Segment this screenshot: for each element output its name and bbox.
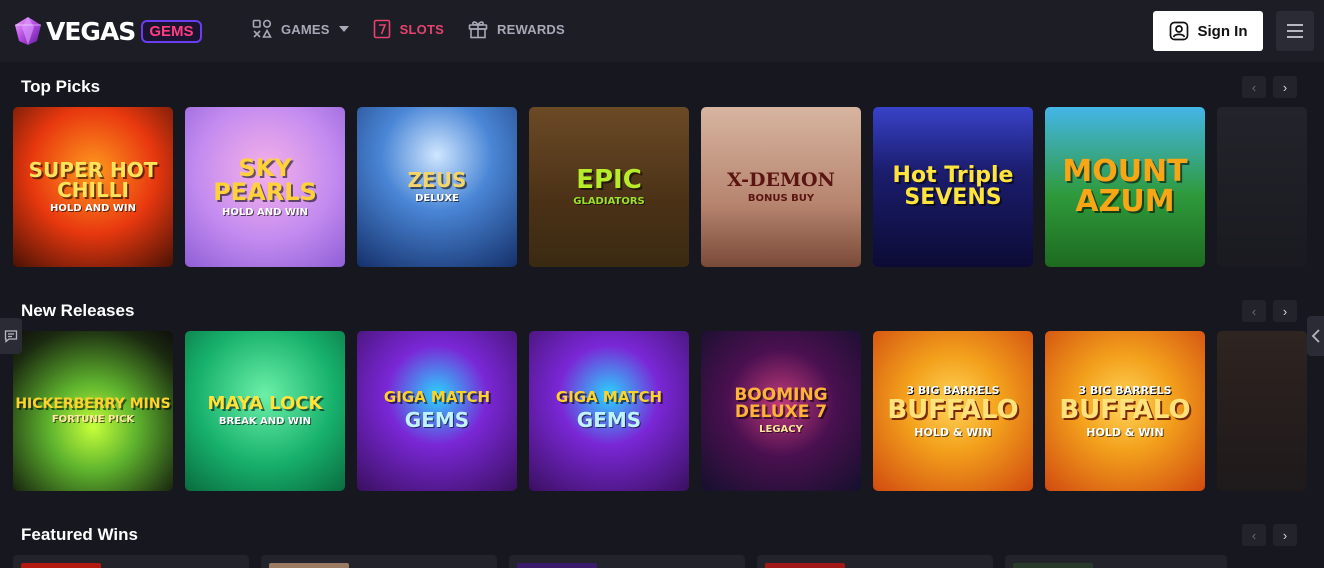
- chat-bubble-icon: [4, 330, 18, 343]
- win-thumbnail: [21, 563, 101, 568]
- user-profile-icon: [1169, 21, 1188, 41]
- game-tile-title: SUPER HOT CHILLI: [28, 158, 158, 202]
- game-tile-subtitle: HOLD & WIN: [914, 425, 992, 439]
- game-tile-subtitle: BREAK AND WIN: [218, 416, 312, 427]
- featured-wins-prev-button[interactable]: ‹: [1242, 524, 1266, 546]
- slot-seven-icon: [373, 19, 390, 39]
- game-tile-subtitle: GLADIATORS: [573, 196, 645, 207]
- game-tile-subtitle: GEMS: [576, 408, 642, 432]
- game-tile[interactable]: ZEUS DELUXE: [357, 107, 517, 267]
- featured-wins-carousel: [13, 555, 1239, 568]
- game-tile-subtitle: BONUS BUY: [747, 192, 815, 204]
- hamburger-menu-button[interactable]: [1276, 11, 1314, 51]
- game-tile-title: X-DEMON: [727, 168, 835, 191]
- game-tile[interactable]: GIGA MATCH GEMS: [529, 331, 689, 491]
- hamburger-icon: [1287, 24, 1303, 26]
- game-tile-title: BOOMING DELUXE 7: [734, 385, 828, 422]
- featured-win-card[interactable]: [13, 555, 249, 568]
- game-tile-title: GIGA MATCH: [383, 388, 491, 406]
- win-thumbnail: [1013, 563, 1093, 568]
- featured-win-card[interactable]: [1005, 555, 1227, 568]
- gift-icon: [468, 21, 488, 39]
- nav-games-label: GAMES: [281, 21, 330, 37]
- vegas-gems-logo[interactable]: VEGAS GEMS: [12, 14, 202, 48]
- game-tile-partial[interactable]: [1217, 107, 1307, 267]
- game-tile-title: EPIC: [576, 165, 642, 195]
- game-tile-title: SKY PEARLS: [213, 154, 317, 206]
- game-tile-title: ZEUS: [407, 168, 467, 192]
- chat-tab-button[interactable]: [0, 318, 22, 354]
- section-title-top-picks: Top Picks: [21, 77, 101, 96]
- game-tile[interactable]: SUPER HOT CHILLI HOLD AND WIN: [13, 107, 173, 267]
- game-tile-title: Hot Triple SEVENS: [892, 163, 1014, 210]
- game-tile-title: MOUNT AZUM: [1062, 154, 1188, 219]
- game-tile-subtitle: DELUXE: [415, 193, 459, 204]
- new-releases-carousel: HICKERBERRY MINS FORTUNE PICK MAYA LOCK …: [13, 331, 1319, 491]
- game-tile-subtitle: FORTUNE PICK: [51, 414, 135, 425]
- game-tile-subtitle: HOLD & WIN: [1086, 425, 1164, 439]
- logo-badge: GEMS: [141, 19, 202, 43]
- top-picks-prev-button[interactable]: ‹: [1242, 76, 1266, 98]
- featured-win-card[interactable]: [757, 555, 993, 568]
- game-tile-title: GIGA MATCH: [555, 388, 663, 406]
- featured-wins-next-button[interactable]: ›: [1273, 524, 1297, 546]
- top-picks-carousel: SUPER HOT CHILLI HOLD AND WIN SKY PEARLS…: [13, 107, 1319, 267]
- game-tile-partial[interactable]: [1217, 331, 1307, 491]
- game-tile[interactable]: EPIC GLADIATORS: [529, 107, 689, 267]
- win-thumbnail: [517, 563, 597, 568]
- featured-win-card[interactable]: [261, 555, 497, 568]
- game-tile[interactable]: GIGA MATCH GEMS: [357, 331, 517, 491]
- nav-slots-label: SLOTS: [399, 21, 445, 37]
- side-panel-toggle[interactable]: [1307, 316, 1324, 356]
- top-navbar: VEGAS GEMS GAMES SLOTS REWARDS Sign In: [0, 0, 1324, 62]
- chevron-down-icon: [338, 26, 349, 32]
- chevron-left-icon: [1311, 329, 1320, 343]
- game-tile-title: HICKERBERRY MINS: [15, 396, 171, 412]
- logo-wordmark: VEGAS: [46, 16, 136, 46]
- game-tile[interactable]: BOOMING DELUXE 7 LEGACY: [701, 331, 861, 491]
- top-picks-next-button[interactable]: ›: [1273, 76, 1297, 98]
- nav-slots[interactable]: SLOTS: [373, 19, 444, 39]
- games-grid-icon: [252, 19, 272, 38]
- section-title-featured-wins: Featured Wins: [21, 525, 138, 544]
- game-tile-subtitle: LEGACY: [759, 424, 803, 435]
- game-tile[interactable]: 3 BIG BARRELS BUFFALO HOLD & WIN: [873, 331, 1033, 491]
- sign-in-button[interactable]: Sign In: [1153, 11, 1263, 51]
- game-tile-title: BUFFALO: [1059, 394, 1191, 425]
- game-tile[interactable]: HICKERBERRY MINS FORTUNE PICK: [13, 331, 173, 491]
- sign-in-label: Sign In: [1197, 22, 1248, 40]
- game-tile-subtitle: HOLD AND WIN: [221, 207, 309, 218]
- game-tile-title: BUFFALO: [887, 394, 1019, 425]
- win-thumbnail: [269, 563, 349, 568]
- game-tile[interactable]: MOUNT AZUM: [1045, 107, 1205, 267]
- nav-games[interactable]: GAMES: [252, 19, 349, 39]
- game-tile[interactable]: X-DEMON BONUS BUY: [701, 107, 861, 267]
- featured-win-card[interactable]: [509, 555, 745, 568]
- win-thumbnail: [765, 563, 845, 568]
- nav-rewards-label: REWARDS: [497, 21, 565, 37]
- main-nav: GAMES SLOTS REWARDS: [252, 19, 589, 39]
- new-releases-next-button[interactable]: ›: [1273, 300, 1297, 322]
- game-tile-subtitle: HOLD AND WIN: [49, 203, 137, 214]
- game-tile-subtitle: GEMS: [404, 408, 470, 432]
- game-tile[interactable]: Hot Triple SEVENS: [873, 107, 1033, 267]
- game-tile[interactable]: SKY PEARLS HOLD AND WIN: [185, 107, 345, 267]
- game-tile[interactable]: MAYA LOCK BREAK AND WIN: [185, 331, 345, 491]
- section-title-new-releases: New Releases: [21, 301, 135, 320]
- nav-rewards[interactable]: REWARDS: [468, 19, 565, 39]
- game-tile[interactable]: 3 BIG BARRELS BUFFALO HOLD & WIN: [1045, 331, 1205, 491]
- new-releases-prev-button[interactable]: ‹: [1242, 300, 1266, 322]
- diamond-logo-icon: [15, 17, 41, 45]
- game-tile-title: MAYA LOCK: [207, 393, 323, 414]
